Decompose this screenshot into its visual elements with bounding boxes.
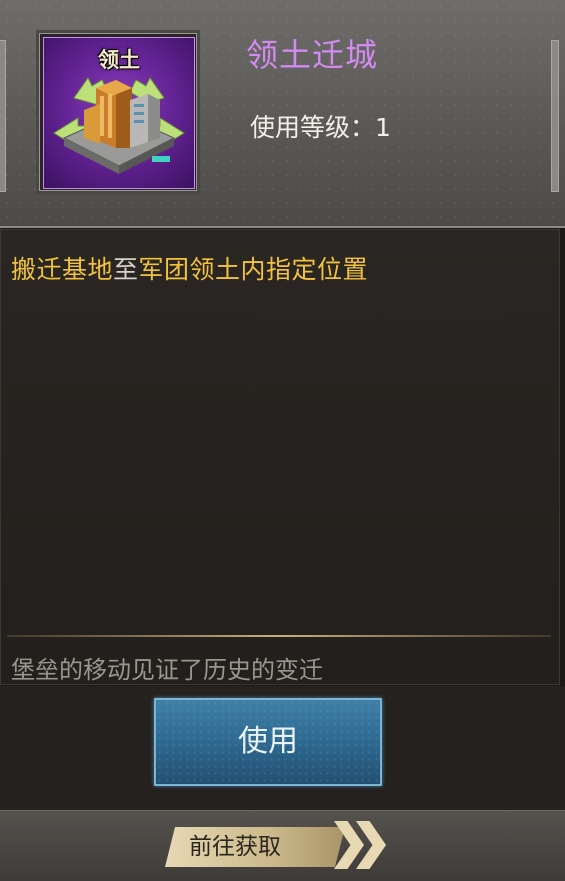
use-button[interactable]: 使用	[154, 698, 382, 786]
icon-caption: 领土	[98, 48, 140, 72]
goto-acquire-label: 前往获取	[189, 834, 281, 860]
right-edge-tab	[551, 40, 559, 192]
flavor-text: 堡垒的移动见证了历史的变迁	[11, 656, 323, 684]
item-title: 领土迁城	[246, 36, 379, 74]
item-header: 领土 领土迁城 使用等级：1	[0, 0, 565, 228]
description-segment: 至	[113, 255, 139, 284]
description-panel: 搬迁基地至军团领土内指定位置 堡垒的移动见证了历史的变迁	[0, 229, 560, 685]
description-segment: 搬迁基地	[11, 255, 114, 284]
item-icon-frame: 领土	[36, 30, 200, 194]
description-segment: 军团领土内指定位置	[138, 255, 369, 284]
divider	[7, 635, 551, 637]
territory-relocation-building-icon: 领土	[43, 37, 195, 189]
left-edge-tab	[0, 40, 6, 192]
goto-acquire-button[interactable]: 前往获取	[165, 827, 345, 867]
usage-level: 使用等级：1	[250, 113, 391, 142]
description-text: 搬迁基地至军团领土内指定位置	[11, 250, 368, 286]
action-area: 使用	[0, 686, 565, 810]
bottom-bar: 前往获取	[0, 810, 565, 881]
